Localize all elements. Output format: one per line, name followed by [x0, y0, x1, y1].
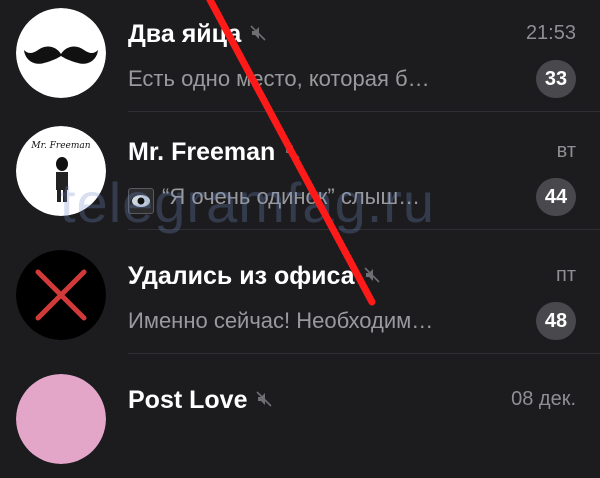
- chat-title: Post Love: [128, 386, 273, 415]
- chat-preview: “Я очень одинок” слыш…: [162, 184, 421, 209]
- unread-badge: 33: [536, 60, 576, 98]
- unread-badge: 48: [536, 302, 576, 340]
- chat-item-mr-freeman[interactable]: Mr. Freeman Mr. Freeman вт “Я очень один…: [0, 112, 600, 230]
- avatar-caption: Mr. Freeman: [30, 141, 90, 151]
- red-cross-icon: [16, 250, 106, 340]
- pink-avatar: [16, 374, 106, 464]
- chat-item-udalis-iz-ofisa[interactable]: Удались из офиса пт Именно сейчас! Необх…: [0, 236, 600, 354]
- chat-avatar[interactable]: [16, 8, 106, 98]
- mute-icon: [364, 267, 380, 283]
- divider: [128, 229, 600, 230]
- mustache-icon: [16, 8, 106, 98]
- mute-icon: [250, 25, 266, 41]
- chat-preview: Есть одно место, которая б…: [128, 66, 430, 91]
- chat-time: пт: [556, 264, 576, 286]
- message-thumbnail: [128, 188, 154, 214]
- chat-item-post-love[interactable]: Post Love 08 дек.: [0, 360, 600, 478]
- chat-item-dva-yaitsa[interactable]: Два яйца 21:53 Есть одно место, которая …: [0, 0, 600, 112]
- mute-icon: [256, 391, 273, 407]
- chat-avatar[interactable]: [16, 250, 106, 340]
- divider: [128, 353, 600, 354]
- chat-avatar[interactable]: [16, 374, 106, 464]
- unread-badge: 44: [536, 178, 576, 216]
- chat-title: Два яйца: [128, 20, 267, 49]
- chat-title: Mr. Freeman: [128, 138, 301, 167]
- chat-time: вт: [556, 140, 576, 162]
- chat-preview: Именно сейчас! Необходим…: [128, 308, 434, 333]
- chat-time: 21:53: [525, 22, 576, 44]
- chat-list: Два яйца 21:53 Есть одно место, которая …: [0, 0, 600, 464]
- chat-avatar[interactable]: Mr. Freeman: [16, 126, 106, 216]
- mute-icon: [284, 143, 300, 159]
- chat-title: Удались из офиса: [128, 262, 381, 291]
- eye-thumbnail-icon: [132, 195, 150, 207]
- mr-freeman-avatar: Mr. Freeman: [16, 126, 106, 216]
